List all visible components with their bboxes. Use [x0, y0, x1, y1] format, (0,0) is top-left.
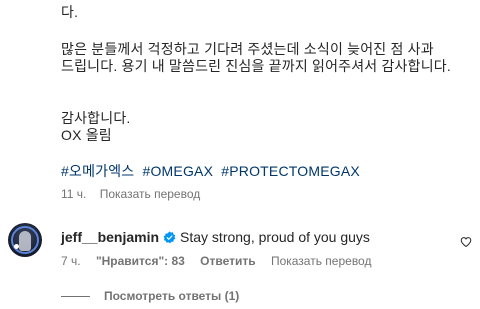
view-replies-button[interactable]: Посмотреть ответы (1): [61, 289, 239, 303]
comment: jeff__benjamin Stay strong, proud of you…: [61, 229, 370, 245]
caption-line: 다.: [61, 4, 79, 20]
hashtag-link[interactable]: #PROTECTOMEGAX: [221, 163, 360, 179]
replies-divider: [61, 295, 90, 297]
caption-line: 감사합니다.: [61, 110, 131, 126]
comment-meta: 7 ч. "Нравится": 83 Ответить Показать пе…: [61, 254, 383, 268]
post-time: 11 ч.: [61, 187, 87, 201]
post-meta: 11 ч. Показать перевод: [61, 187, 200, 201]
caption-signature: OX 올림: [61, 127, 112, 143]
verified-badge-icon: [163, 230, 176, 243]
comment-text: Stay strong, proud of you guys: [180, 229, 370, 245]
comment-likes-count[interactable]: "Нравится": 83: [96, 254, 185, 268]
hashtag-link[interactable]: #오메가엑스: [61, 163, 134, 179]
avatar-figure: [19, 231, 31, 251]
hashtag-list: #오메가엑스 #OMEGAX #PROTECTOMEGAX: [61, 162, 364, 180]
caption-line: 많은 분들께서 걱정하고 기다려 주셨는데 소식이 늦어진 점 사과: [61, 41, 434, 57]
comment-time: 7 ч.: [61, 254, 81, 268]
heart-icon[interactable]: [460, 236, 472, 248]
hashtag-link[interactable]: #OMEGAX: [142, 163, 213, 179]
reply-button[interactable]: Ответить: [200, 254, 255, 268]
comment-username[interactable]: jeff__benjamin: [61, 229, 159, 245]
caption-line: 드립니다. 용기 내 말씀드린 진심을 끝까지 읽어주셔서 감사합니다.: [61, 58, 451, 74]
avatar-dot: [14, 244, 19, 249]
view-replies-label: Посмотреть ответы (1): [104, 289, 240, 303]
avatar[interactable]: [8, 223, 42, 257]
comment-show-translation-button[interactable]: Показать перевод: [271, 254, 372, 268]
show-translation-button[interactable]: Показать перевод: [100, 187, 201, 201]
